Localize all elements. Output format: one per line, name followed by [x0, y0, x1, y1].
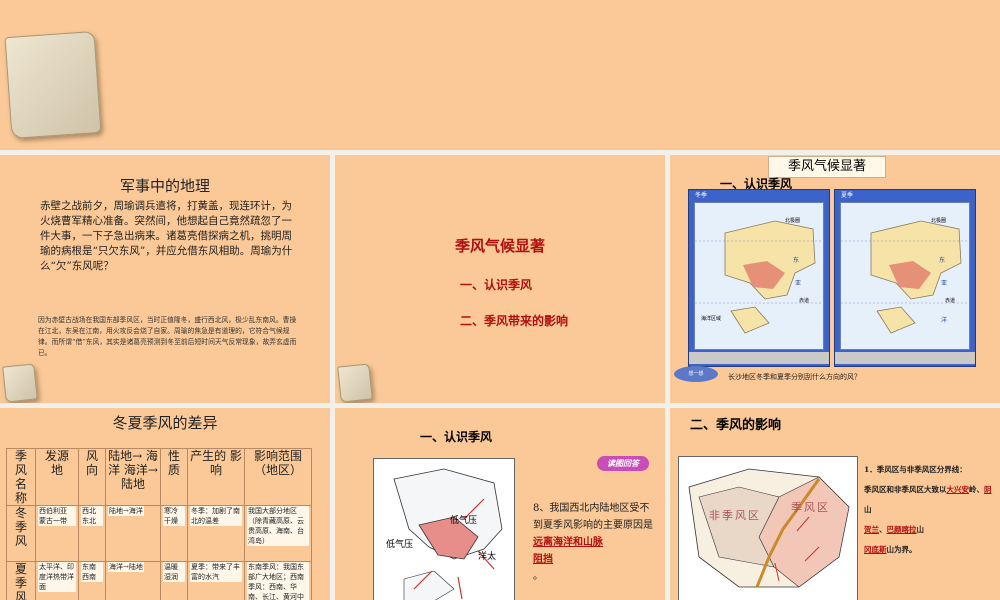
pressure-map-drawing — [393, 468, 503, 600]
map-label: 北极圈 — [931, 218, 947, 224]
cell-value: 东南 西南 — [81, 562, 103, 582]
question-text: 长沙地区冬季和夏季分别刮什么方向的风？ — [728, 373, 861, 381]
cell-value: 西伯利亚 蒙古一带 — [38, 506, 76, 526]
paper-scrap-icon — [2, 363, 38, 403]
map-label: 赤道 — [799, 298, 810, 304]
cell-value: 陆地→海洋 — [108, 506, 144, 516]
player-controls[interactable] — [689, 352, 829, 364]
paper-scrap-icon — [4, 30, 102, 140]
slide-2[interactable]: 军事中的地理 赤壁之战前夕，周瑜调兵遣将，打黄盖，现连环计，为火烧曹军精心准备。… — [0, 155, 330, 403]
question-line: 季风区和非季风区大致以大兴安岭、阴山 贺兰、巴颜喀拉山 冈底斯山为界。 — [864, 480, 992, 560]
map-label: 海洋区域 — [701, 316, 722, 322]
summer-monsoon-map: 北极圈 东 亚 赤道 洋 — [840, 202, 970, 350]
map-label: 洋 — [941, 317, 948, 324]
answer-blank-2: 阻挡 — [533, 554, 553, 565]
slide-title: 季风气候显著 — [454, 237, 545, 255]
answer-blank: 冈底斯 — [864, 545, 887, 554]
header-cell: 发源 地 — [35, 448, 79, 506]
question-prefix: 8、我国西北内陆地区受不到夏季风影响的主要原因是 — [533, 503, 653, 531]
table-header-row: 季 风 名 称 发源 地 风 向 陆地→ 海洋 海洋→ 陆地 性 质 产生的 影… — [6, 448, 312, 506]
question-line: 1．季风区与非季风区分界线： — [864, 465, 967, 474]
header-cell: 陆地→ 海洋 海洋→ 陆地 — [105, 448, 161, 506]
slide-title: 军事中的地理 — [119, 177, 210, 195]
summer-map-panel[interactable]: 北极圈 东 亚 赤道 洋 夏季 — [834, 189, 976, 367]
slide-5[interactable]: 冬夏季风的差异 季 风 名 称 发源 地 风 向 陆地→ 海洋 海洋→ 陆地 性… — [0, 408, 330, 600]
boundary-map-drawing — [688, 468, 850, 588]
think-bubble[interactable]: 想一想 — [674, 366, 718, 382]
section-heading: 二、季风的影响 — [690, 418, 782, 433]
cell-value: 东南季风：我国东部广大地区；西南季风：西南、华南、长江、黄河中下游地区 — [247, 562, 309, 600]
slide-title: 冬夏季风的差异 — [112, 414, 218, 432]
monsoon-comparison-table: 季 风 名 称 发源 地 风 向 陆地→ 海洋 海洋→ 陆地 性 质 产生的 影… — [6, 448, 312, 600]
map-label: 亚 — [941, 280, 948, 287]
answer-blank: 贺兰 — [864, 525, 879, 534]
map-label: 季风区 — [791, 501, 830, 514]
row-name: 夏 季 风 — [6, 561, 36, 600]
header-cell: 影响范围（地区） — [244, 448, 312, 506]
map-label: 赤道 — [945, 298, 956, 304]
map-label: 北极圈 — [785, 218, 801, 224]
cell-value: 西北 东北 — [81, 506, 103, 526]
cell-value: 温暖 湿润 — [163, 562, 185, 582]
question-text: 山 — [864, 505, 872, 514]
table-row: 冬 季 风 西伯利亚 蒙古一带 西北 东北 陆地→海洋 寒冷 干燥 冬季：加剧了… — [6, 505, 312, 562]
question-text: 季风区和非季风区大致以 — [864, 485, 947, 494]
cell-value: 冬季：加剧了南北的温差 — [190, 506, 242, 526]
winter-map-drawing — [695, 220, 823, 334]
map-label: 东 — [793, 257, 800, 264]
outline-item-1: 一、认识季风 — [460, 278, 533, 292]
question-text: 8、我国西北内陆地区受不到夏季风影响的主要原因是远离海洋和山脉 阻挡 。 — [533, 500, 657, 585]
slide-6[interactable]: 一、认识季风 读图回答 低气压 低气压 洋太 8、我国西北内陆地区受不到夏季风影… — [335, 408, 665, 600]
monsoon-boundary-map: 非季风区 季风区 — [678, 456, 858, 600]
map-label: 低气压 — [450, 516, 478, 526]
player-controls[interactable] — [835, 352, 975, 364]
question-text: 山 — [916, 525, 925, 534]
question-text: 岭、 — [969, 485, 984, 494]
outline-item-2: 二、季风带来的影响 — [460, 314, 569, 328]
question-end: 。 — [533, 571, 543, 582]
cell-value: 太平洋、印度洋热带洋面 — [38, 562, 76, 592]
winter-monsoon-map: 北极圈 东 亚 赤道 海洋区域 — [694, 202, 824, 350]
question-text: 山为界。 — [886, 545, 917, 554]
answer-blank: 巴颜喀拉 — [886, 525, 917, 534]
answer-blank: 阴 — [984, 485, 992, 494]
cell-value: 我国大部分地区（除青藏高原、云贵高原、海南、台湾岛） — [247, 506, 309, 546]
slide-1[interactable] — [0, 0, 1000, 150]
read-map-button[interactable]: 读图回答 — [597, 456, 649, 471]
pressure-map: 低气压 低气压 洋太 — [373, 458, 515, 600]
winter-map-panel[interactable]: 北极圈 东 亚 赤道 海洋区域 冬季 — [688, 189, 830, 367]
map-season-label: 冬季 — [695, 192, 708, 199]
map-label: 亚 — [795, 280, 802, 287]
slide-4[interactable]: 季风气候显著 一、认识季风 北极圈 东 亚 赤道 海洋区域 冬季 北极圈 东 亚… — [670, 155, 1000, 403]
question-text: 、 — [879, 525, 887, 534]
header-cell: 风 向 — [78, 448, 106, 506]
answer-blank-1: 远离海洋和山脉 — [533, 537, 603, 548]
answer-blank: 大兴安 — [946, 485, 970, 494]
table-row: 夏 季 风 太平洋、印度洋热带洋面 东南 西南 海洋→陆地 温暖 湿润 夏季：带… — [6, 561, 312, 600]
cell-value: 夏季：带来了丰富的水汽 — [190, 562, 242, 582]
map-label: 非季风区 — [709, 509, 761, 522]
map-label: 洋太 — [478, 552, 497, 562]
answer-text: 因为赤壁古战场在我国东部季风区，当时正值隆冬，盛行西北风，极少乱东南风。曹操在江… — [38, 316, 297, 357]
row-name: 冬 季 风 — [6, 505, 36, 562]
story-text: 赤壁之战前夕，周瑜调兵遣将，打黄盖，现连环计，为火烧曹军精心准备。突然间，他想起… — [40, 200, 293, 272]
map-season-label: 夏季 — [841, 192, 854, 199]
header-cell: 季 风 名 称 — [6, 448, 36, 506]
header-cell: 性 质 — [160, 448, 188, 506]
slide-3[interactable]: 季风气候显著 一、认识季风 二、季风带来的影响 — [335, 155, 665, 403]
slide-7[interactable]: 二、季风的影响 非季风区 季风区 1．季风区与非季风区分界线： 季风区和非季风区… — [670, 408, 1000, 600]
map-label: 东 — [939, 257, 946, 264]
map-label: 低气压 — [386, 540, 414, 550]
cell-value: 寒冷 干燥 — [163, 506, 185, 526]
header-cell: 产生的 影响 — [187, 448, 245, 506]
section-heading: 一、认识季风 — [420, 430, 493, 444]
cell-value: 海洋→陆地 — [108, 562, 144, 572]
paper-scrap-icon — [337, 363, 373, 403]
boundary-question: 1．季风区与非季风区分界线： 季风区和非季风区大致以大兴安岭、阴山 贺兰、巴颜喀… — [864, 460, 992, 560]
summer-map-drawing — [841, 220, 969, 334]
